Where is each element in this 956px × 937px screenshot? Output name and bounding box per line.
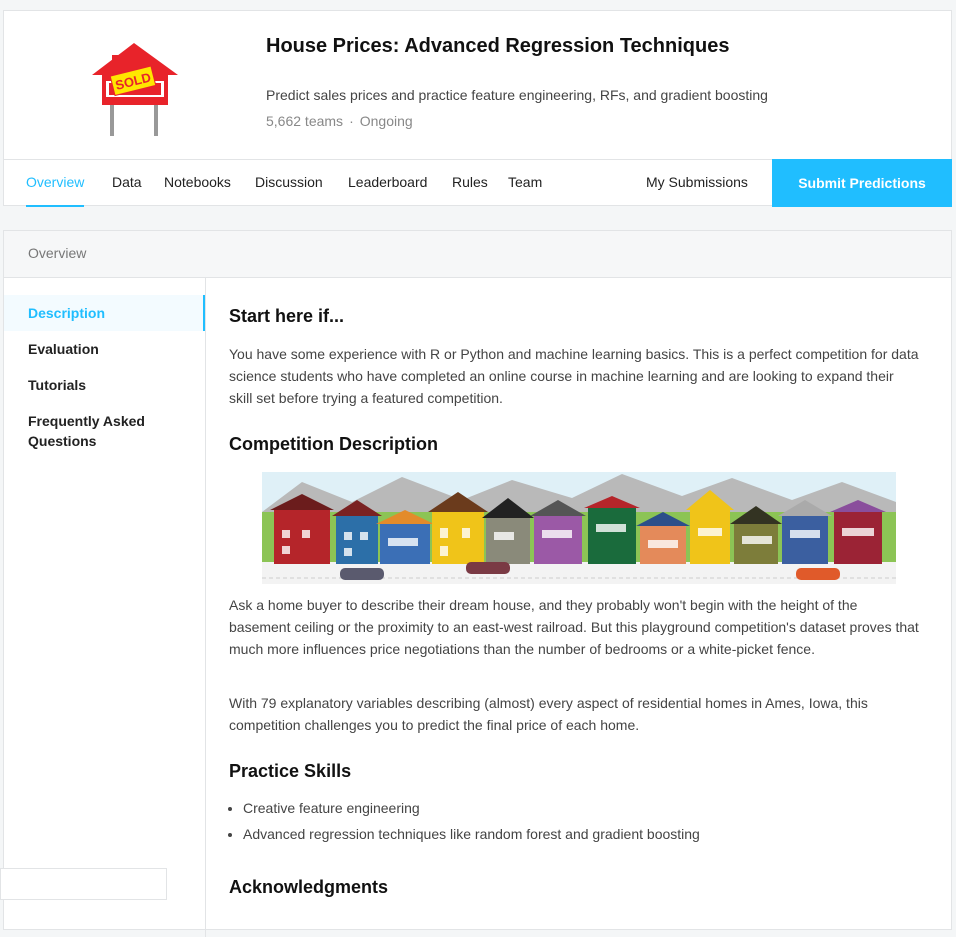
sidebar-item-evaluation[interactable]: Evaluation xyxy=(4,331,205,367)
tab-notebooks[interactable]: Notebooks xyxy=(164,160,231,207)
overview-card: Overview Description Evaluation Tutorial… xyxy=(0,230,952,937)
paragraph-start-here: You have some experience with R or Pytho… xyxy=(229,346,919,406)
list-item: Advanced regression techniques like rand… xyxy=(243,821,700,847)
sidebar-item-tutorials[interactable]: Tutorials xyxy=(4,367,205,403)
tab-data[interactable]: Data xyxy=(112,160,142,207)
competition-status: Ongoing xyxy=(359,113,413,129)
tab-team[interactable]: Team xyxy=(508,160,542,207)
meta-separator: · xyxy=(349,113,354,129)
tab-rules[interactable]: Rules xyxy=(452,160,488,207)
submit-predictions-button[interactable]: Submit Predictions xyxy=(772,159,952,207)
sidebar-item-faq[interactable]: Frequently Asked Questions xyxy=(4,403,192,459)
tab-leaderboard[interactable]: Leaderboard xyxy=(348,160,427,207)
sidebar-item-description[interactable]: Description xyxy=(4,295,205,331)
my-submissions-link[interactable]: My Submissions xyxy=(646,160,748,207)
heading-start-here: Start here if... xyxy=(229,306,345,326)
teams-count: 5,662 teams xyxy=(266,113,344,129)
heading-practice-skills: Practice Skills xyxy=(229,761,352,781)
heading-competition-description: Competition Description xyxy=(229,434,439,454)
competition-meta: 5,662 teams · Ongoing xyxy=(266,113,413,129)
tab-discussion[interactable]: Discussion xyxy=(255,160,323,207)
paragraph-description-2: With 79 explanatory variables describing… xyxy=(229,695,868,733)
competition-subtitle: Predict sales prices and practice featur… xyxy=(266,87,768,103)
skills-list: Creative feature engineering Advanced re… xyxy=(229,795,700,847)
competition-nav: Overview Data Notebooks Discussion Leade… xyxy=(4,159,952,207)
sidebar-bottom-panel xyxy=(0,868,167,900)
competition-header: SOLD House Prices: Advanced Regression T… xyxy=(3,10,952,207)
list-item: Creative feature engineering xyxy=(243,795,700,821)
tab-overview[interactable]: Overview xyxy=(26,160,85,207)
overview-sidebar: Description Evaluation Tutorials Frequen… xyxy=(0,277,206,937)
competition-title: House Prices: Advanced Regression Techni… xyxy=(266,35,730,57)
overview-header: Overview xyxy=(4,231,951,278)
sold-sign-logo: SOLD xyxy=(92,43,178,136)
paragraph-description-1: Ask a home buyer to describe their dream… xyxy=(229,597,919,657)
houses-banner-image xyxy=(262,472,896,584)
